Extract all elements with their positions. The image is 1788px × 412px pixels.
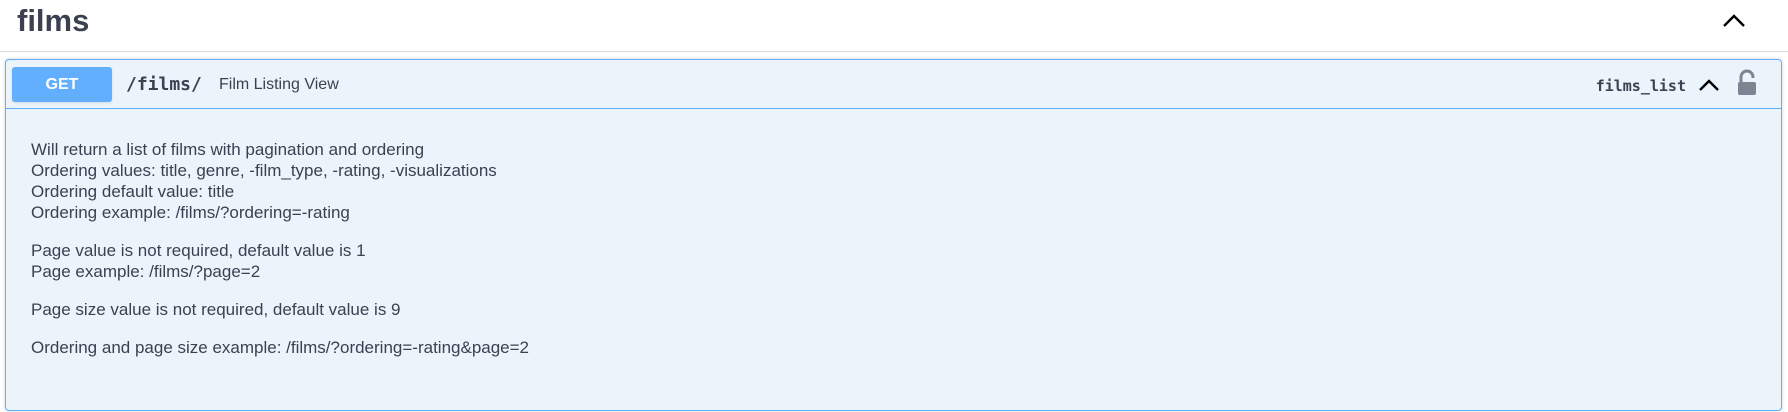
operation-collapse-button[interactable] <box>1696 72 1722 96</box>
tag-collapse-button[interactable] <box>1718 8 1750 32</box>
description-paragraph: Will return a list of films with paginat… <box>31 139 529 223</box>
endpoint-path: /films/ <box>126 74 202 95</box>
operation-id: films_list <box>1595 77 1686 95</box>
description-line: Ordering and page size example: /films/?… <box>31 338 530 357</box>
authorize-button[interactable] <box>1736 69 1758 97</box>
get-films-operation: GET /films/ Film Listing View films_list… <box>5 59 1782 411</box>
unlocked-padlock-icon <box>1738 69 1756 95</box>
description-paragraph: Page value is not required, default valu… <box>31 240 529 282</box>
description-line: Ordering default value: title <box>31 182 235 201</box>
operation-summary[interactable]: GET /films/ Film Listing View films_list <box>6 60 1781 109</box>
description-line: Will return a list of films with paginat… <box>31 140 425 159</box>
tag-header[interactable]: films <box>0 0 1788 52</box>
chevron-up-icon <box>1699 79 1719 91</box>
description-line: Page value is not required, default valu… <box>31 241 366 260</box>
films-tag-section: films GET /films/ Film Listing View film… <box>0 0 1788 412</box>
description-paragraph: Page size value is not required, default… <box>31 299 529 320</box>
operation-description: Will return a list of films with paginat… <box>31 139 529 375</box>
description-line: Ordering values: title, genre, -film_typ… <box>31 161 497 180</box>
tag-title[interactable]: films <box>17 0 89 42</box>
chevron-up-icon <box>1723 14 1745 27</box>
operation-summary-text: Film Listing View <box>219 76 339 93</box>
operation-body: Will return a list of films with paginat… <box>6 109 1781 410</box>
description-line: Page example: /films/?page=2 <box>31 262 261 281</box>
description-paragraph: Ordering and page size example: /films/?… <box>31 337 529 358</box>
description-line: Page size value is not required, default… <box>31 300 401 319</box>
description-line: Ordering example: /films/?ordering=-rati… <box>31 203 350 222</box>
method-badge: GET <box>12 67 112 102</box>
